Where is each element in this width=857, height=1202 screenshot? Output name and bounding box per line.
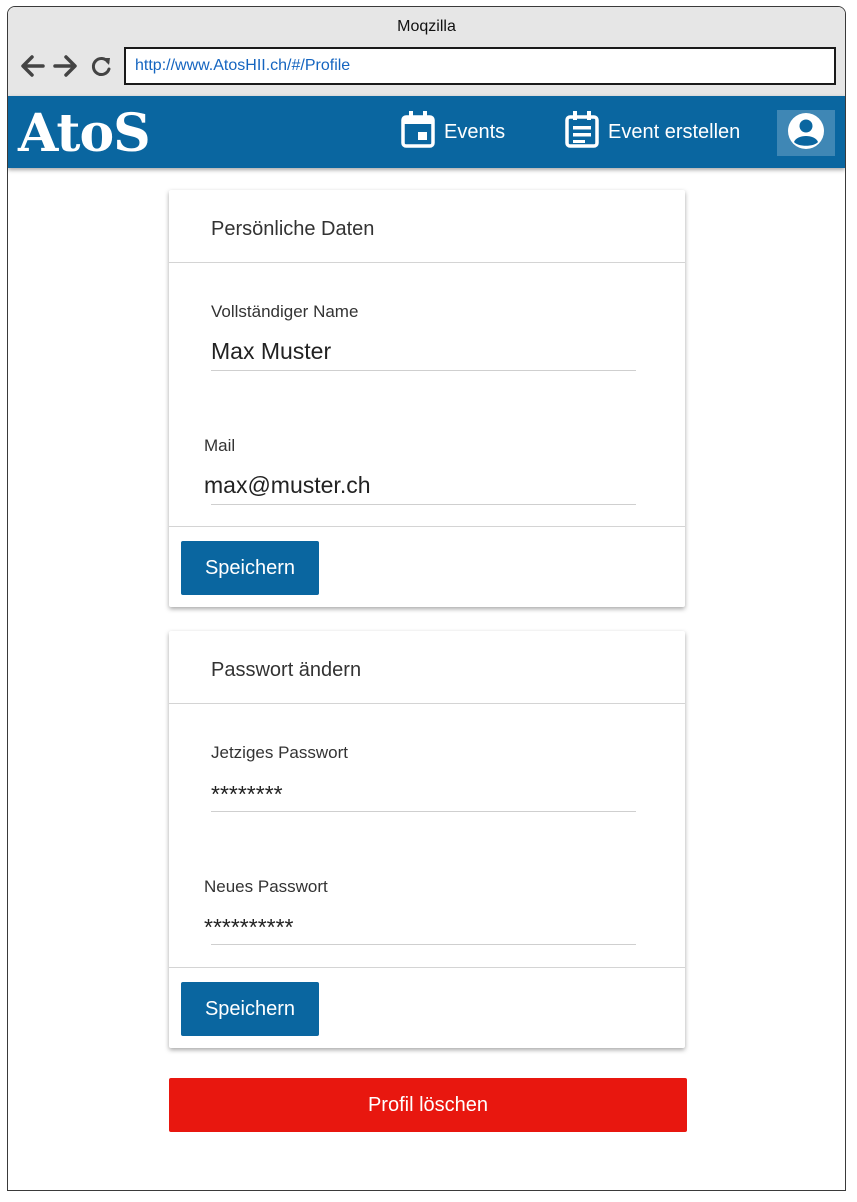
nav-event-create-label: Event erstellen [608, 120, 741, 143]
account-circle-icon [787, 112, 825, 155]
mail-label: Mail [204, 436, 236, 455]
full-name-underline [211, 370, 636, 371]
password-card: Passwort ändern Jetziges Passwort ******… [169, 631, 685, 1048]
window-title: Moqzilla [397, 18, 456, 35]
save-personal-button[interactable]: Speichern [181, 541, 319, 595]
forward-arrow-icon[interactable] [53, 54, 79, 78]
mail-underline [211, 504, 636, 505]
card-divider [169, 703, 685, 704]
back-arrow-icon[interactable] [19, 54, 45, 78]
url-text: http://www.AtosHII.ch/#/Profile [135, 57, 351, 74]
personal-data-card: Persönliche Daten Vollständiger Name Max… [169, 190, 685, 607]
url-input[interactable]: http://www.AtosHII.ch/#/Profile [124, 47, 836, 85]
full-name-label: Vollständiger Name [211, 302, 359, 321]
nav-event-create[interactable]: Event erstellen [564, 96, 740, 168]
nav-events-label: Events [444, 120, 506, 143]
save-password-button[interactable]: Speichern [181, 982, 319, 1036]
profile-button[interactable] [777, 110, 835, 156]
event-create-icon [564, 109, 608, 155]
card-divider [169, 262, 685, 263]
new-password-underline [211, 944, 636, 945]
full-name-field[interactable]: Max Muster [211, 338, 331, 365]
password-title: Passwort ändern [211, 659, 362, 681]
personal-data-title: Persönliche Daten [211, 218, 375, 240]
reload-icon[interactable] [89, 54, 115, 78]
browser-chrome: Moqzilla http://www.AtosHII.ch/#/Profile [8, 7, 845, 96]
atos-logo[interactable]: AtoS [18, 104, 151, 164]
nav-events[interactable]: Events [400, 96, 505, 168]
current-password-label: Jetziges Passwort [211, 743, 348, 762]
delete-profile-button[interactable]: Profil löschen [169, 1078, 687, 1132]
app-header: AtoS Events Event erstellen [8, 96, 845, 168]
card-divider [169, 526, 685, 527]
browser-window: Moqzilla http://www.AtosHII.ch/#/Profile… [7, 6, 846, 1191]
calendar-icon [400, 109, 444, 155]
current-password-field[interactable]: ******** [211, 781, 283, 808]
current-password-underline [211, 811, 636, 812]
new-password-label: Neues Passwort [204, 877, 328, 896]
card-divider [169, 967, 685, 968]
new-password-field[interactable]: ********** [204, 914, 294, 941]
mail-field[interactable]: max@muster.ch [204, 472, 371, 499]
